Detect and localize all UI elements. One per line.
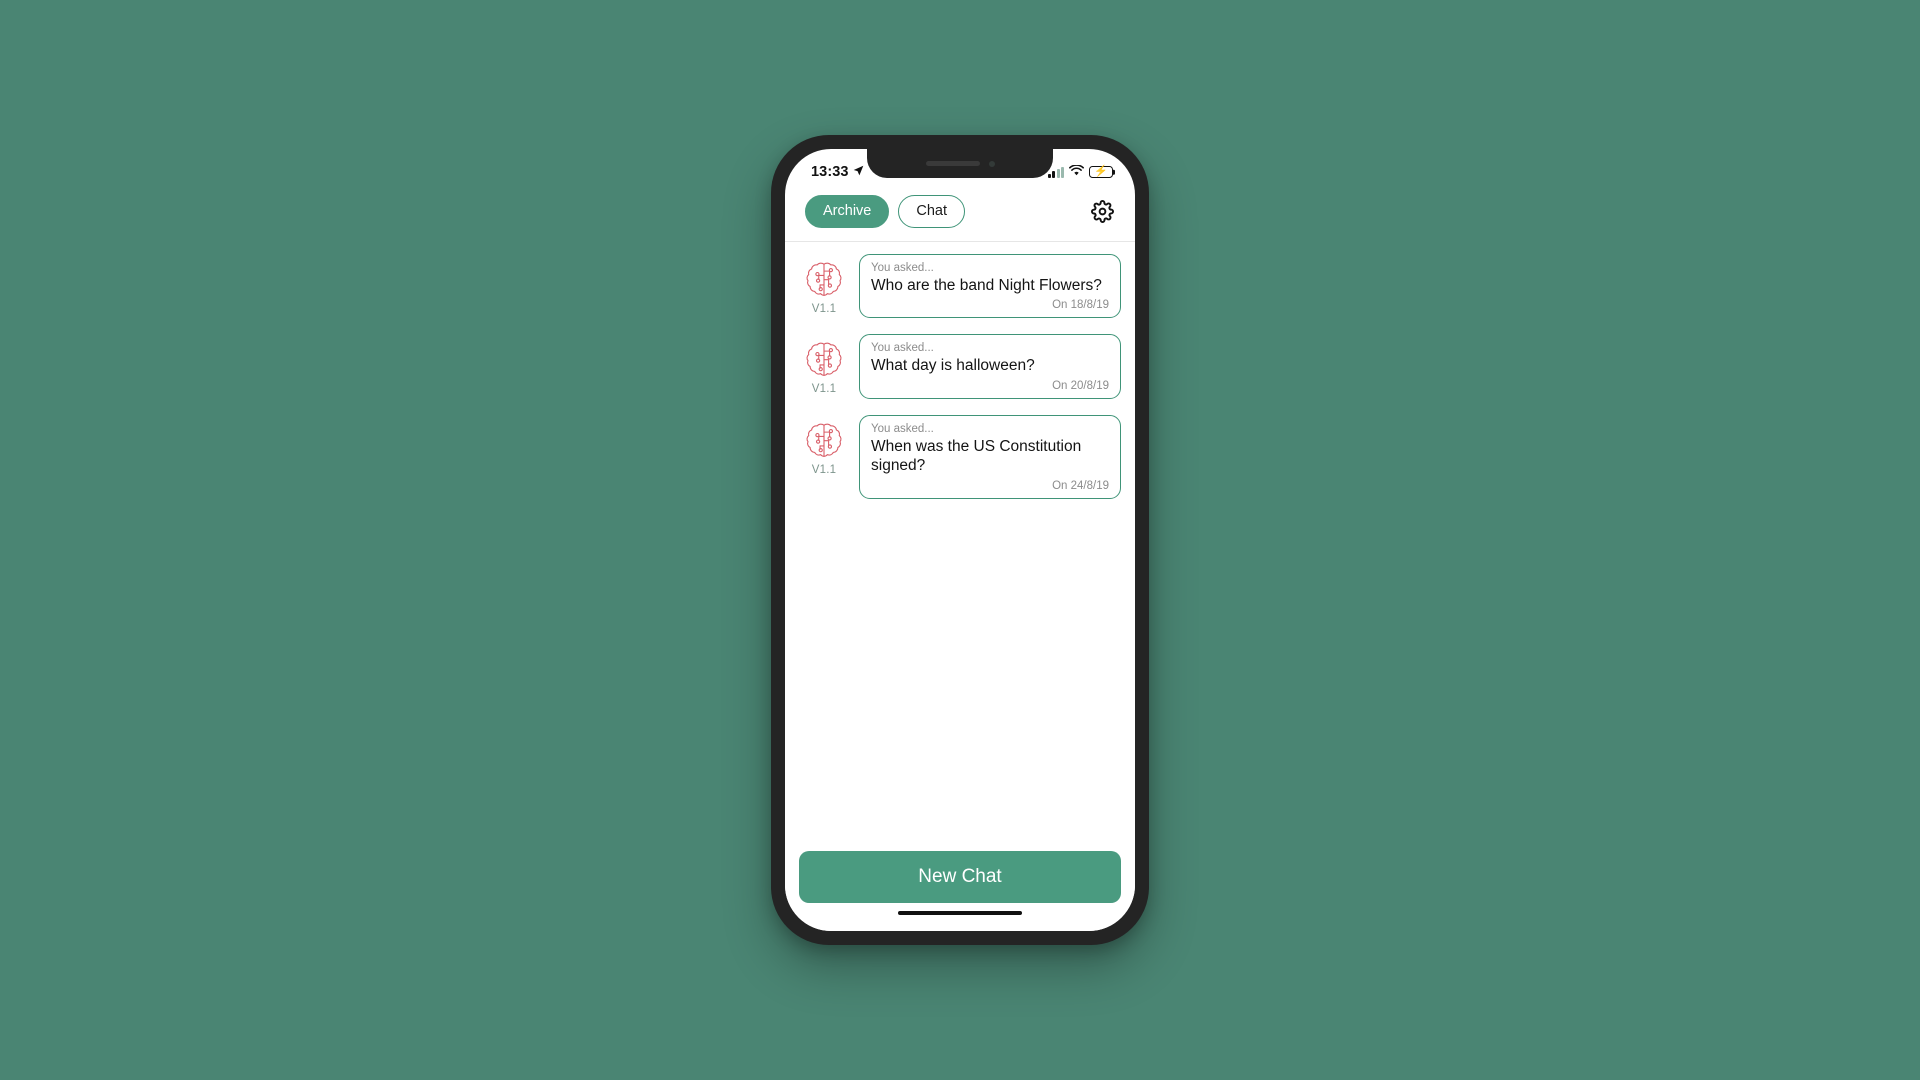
- location-arrow-icon: [853, 164, 864, 180]
- phone-frame: 13:33 ⚡ Archive Chat V1.1 You asked... W…: [771, 135, 1149, 945]
- earpiece-speaker-icon: [925, 161, 980, 166]
- phone-mockup: 13:33 ⚡ Archive Chat V1.1 You asked... W…: [771, 135, 1149, 945]
- brain-circuit-icon: [803, 338, 845, 380]
- card-question-text: What day is halloween?: [871, 357, 1035, 375]
- brain-circuit-icon: [803, 258, 845, 300]
- home-indicator: [898, 910, 1022, 915]
- front-camera-icon: [988, 160, 995, 167]
- tab-archive-label: Archive: [823, 203, 872, 219]
- card-prompt-label: You asked...: [871, 261, 934, 274]
- avatar-version-label: V1.1: [811, 464, 837, 477]
- new-chat-button[interactable]: New Chat: [799, 850, 1121, 903]
- card-date-label: On 24/8/19: [1052, 480, 1109, 493]
- question-card[interactable]: You asked... When was the US Constitutio…: [859, 415, 1121, 500]
- gear-icon: [1090, 199, 1114, 223]
- avatar: V1.1: [799, 334, 849, 395]
- card-date-label: On 20/8/19: [1052, 380, 1109, 393]
- status-time-label: 13:33: [811, 164, 849, 180]
- list-item[interactable]: V1.1 You asked... When was the US Consti…: [799, 415, 1121, 500]
- status-indicators: ⚡: [1047, 161, 1113, 181]
- question-card[interactable]: You asked... What day is halloween? On 2…: [859, 334, 1121, 400]
- card-question-text: When was the US Constitution signed?: [871, 438, 1082, 475]
- tab-bar: Archive Chat: [805, 195, 965, 228]
- avatar: V1.1: [799, 415, 849, 476]
- tab-chat-label: Chat: [916, 203, 947, 219]
- list-item[interactable]: V1.1 You asked... What day is halloween?…: [799, 334, 1121, 400]
- archive-list[interactable]: V1.1 You asked... Who are the band Night…: [785, 242, 1135, 841]
- battery-charging-icon: ⚡: [1089, 166, 1113, 178]
- app-header: Archive Chat: [785, 193, 1135, 242]
- tab-chat[interactable]: Chat: [898, 195, 965, 228]
- phone-notch: [867, 149, 1053, 178]
- phone-screen: 13:33 ⚡ Archive Chat V1.1 You asked... W…: [785, 149, 1135, 931]
- tab-archive[interactable]: Archive: [805, 195, 890, 228]
- list-item[interactable]: V1.1 You asked... Who are the band Night…: [799, 253, 1121, 319]
- avatar: V1.1: [799, 254, 849, 315]
- question-card[interactable]: You asked... Who are the band Night Flow…: [859, 253, 1121, 319]
- avatar-version-label: V1.1: [811, 383, 837, 396]
- status-time-group: 13:33: [811, 162, 864, 180]
- wifi-icon: [1069, 163, 1084, 181]
- card-prompt-label: You asked...: [871, 423, 934, 436]
- card-prompt-label: You asked...: [871, 342, 934, 355]
- avatar-version-label: V1.1: [811, 302, 837, 315]
- settings-button[interactable]: [1089, 198, 1115, 224]
- card-question-text: Who are the band Night Flowers?: [871, 276, 1102, 294]
- brain-circuit-icon: [803, 419, 845, 461]
- charging-bolt-icon: ⚡: [1094, 165, 1108, 178]
- footer-bar: New Chat: [785, 840, 1135, 931]
- card-date-label: On 18/8/19: [1052, 299, 1109, 312]
